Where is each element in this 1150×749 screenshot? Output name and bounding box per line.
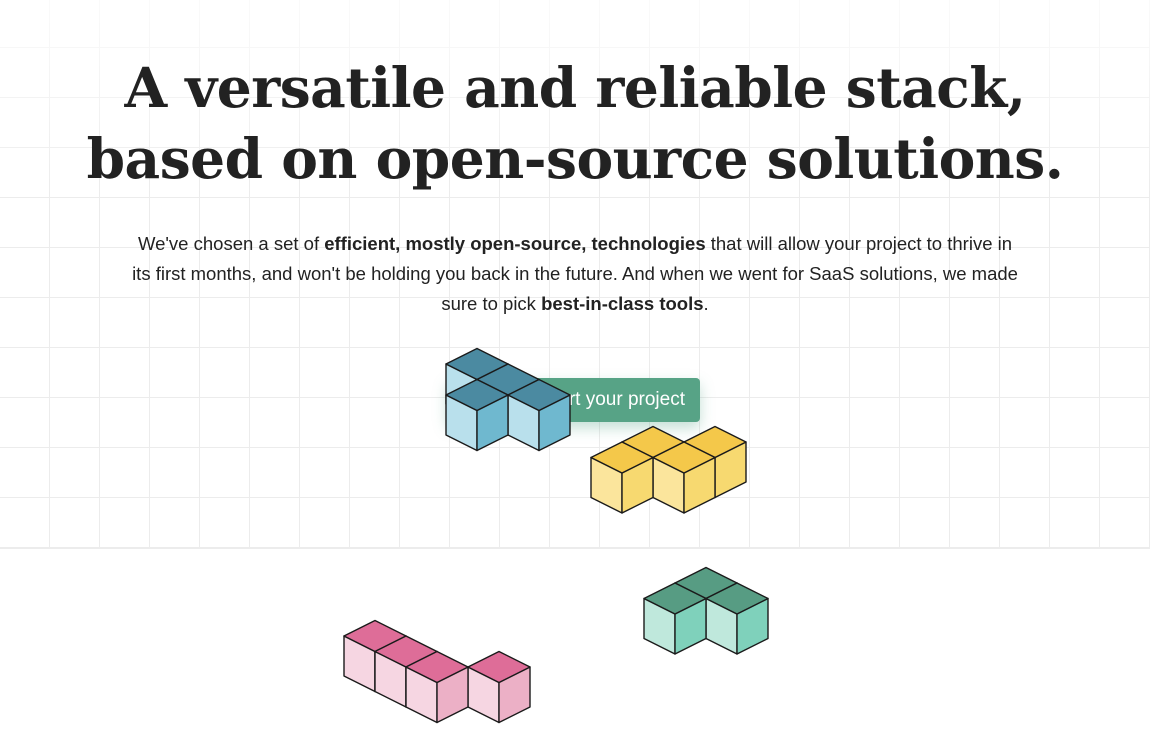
title-line-1: A versatile and reliable stack,: [124, 55, 1026, 120]
cube-face-top: [705, 582, 769, 615]
green-tetromino: [643, 566, 769, 655]
intro-bold-1: efficient, mostly open-source, technolog…: [324, 233, 706, 254]
page-title: A versatile and reliable stack, based on…: [0, 52, 1150, 194]
cube-face-left: [643, 597, 676, 655]
cube-face-left: [705, 597, 738, 655]
start-project-button[interactable]: Start your project: [447, 378, 700, 422]
cube-face-left: [343, 635, 376, 693]
cube-face-right: [705, 582, 738, 640]
cube-face-top: [674, 566, 738, 600]
cube-face-right: [405, 650, 438, 708]
intro-bold-2: best-in-class tools: [541, 293, 704, 314]
cube-face-right: [736, 597, 769, 655]
cube-face-top: [374, 635, 438, 668]
cube-face-top: [467, 650, 531, 684]
cube-face-right: [436, 666, 469, 724]
cube-face-right: [674, 597, 707, 655]
cube-face-top: [643, 582, 707, 615]
pink-tetromino: [343, 619, 531, 724]
cube-face-left: [405, 666, 438, 724]
cube-face-left: [467, 666, 500, 724]
intro-text-1: We've chosen a set of: [137, 233, 325, 254]
cube-face-right: [498, 666, 531, 724]
cube-face-top: [405, 650, 469, 684]
cube-face-left: [374, 650, 407, 708]
cube-face-left: [674, 582, 707, 640]
intro-paragraph: We've chosen a set of efficient, mostly …: [132, 229, 1018, 319]
intro-text-3: .: [703, 293, 709, 314]
title-line-2: based on open-source solutions.: [86, 126, 1064, 191]
cube-face-top: [343, 619, 407, 653]
cube-face-right: [374, 635, 407, 693]
